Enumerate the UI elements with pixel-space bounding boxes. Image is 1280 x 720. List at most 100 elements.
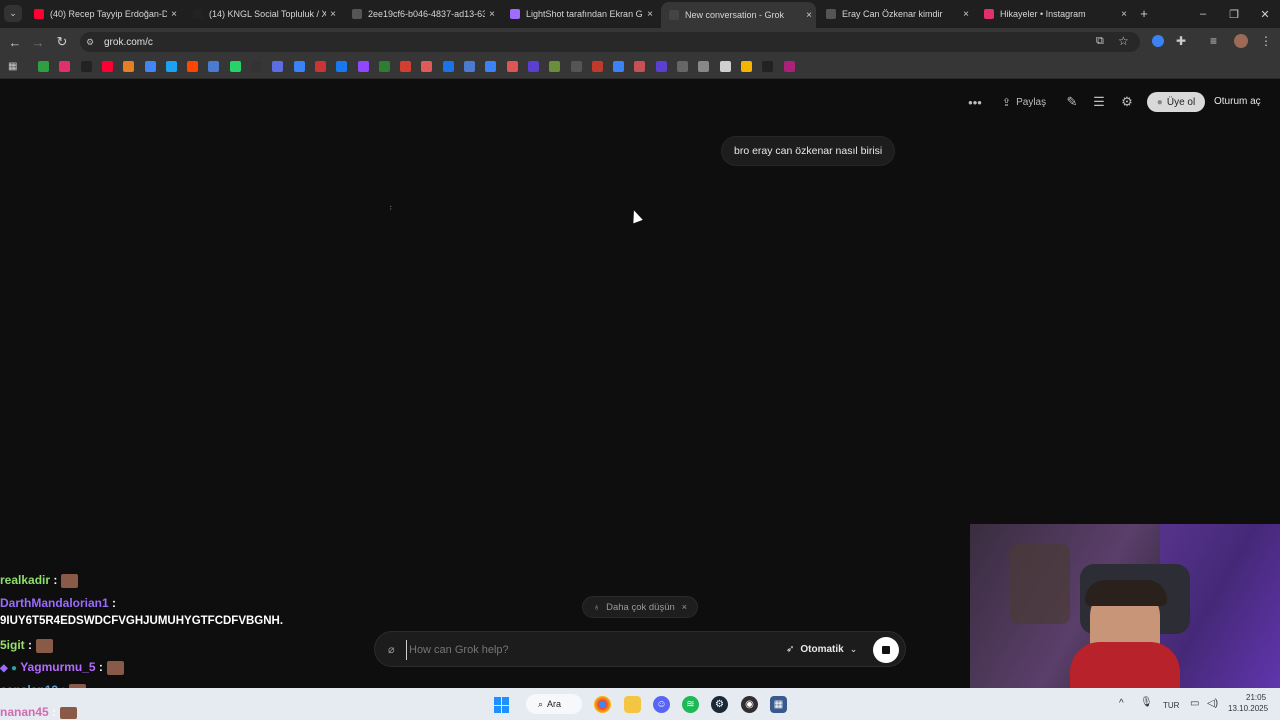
bookmark-favicon-icon[interactable] xyxy=(59,61,71,72)
bookmark-favicon-icon[interactable] xyxy=(421,61,433,72)
bookmark-favicon-icon[interactable] xyxy=(506,61,518,72)
attach-icon[interactable]: ⌀ xyxy=(388,643,395,656)
bookmark-favicon-icon[interactable] xyxy=(123,61,135,72)
bookmark-favicon-icon[interactable] xyxy=(208,61,220,72)
think-harder-chip[interactable]: ♁ Daha çok düşün × xyxy=(582,596,698,618)
bookmark-favicon-icon[interactable] xyxy=(80,61,92,72)
bookmark-favicon-icon[interactable] xyxy=(634,61,646,72)
bookmark-favicon-icon[interactable] xyxy=(165,61,177,72)
dismiss-icon[interactable]: × xyxy=(682,602,687,612)
tab-search-button[interactable]: ⌄ xyxy=(4,5,22,22)
close-tab-icon[interactable]: × xyxy=(1117,9,1131,20)
bookmark-favicon-icon[interactable] xyxy=(38,61,49,72)
install-app-icon[interactable]: ⧉ xyxy=(1096,35,1110,49)
bookmark-favicon-icon[interactable] xyxy=(272,61,284,72)
microphone-icon[interactable]: 🎙 xyxy=(1140,697,1153,708)
bookmark-favicon-icon[interactable] xyxy=(336,61,348,72)
bookmark-favicon-icon[interactable] xyxy=(655,61,667,72)
forward-button[interactable]: → xyxy=(28,33,48,51)
language-indicator[interactable]: TUR xyxy=(1163,701,1179,710)
bookmark-favicon-icon[interactable] xyxy=(527,61,539,72)
apps-grid-icon[interactable]: ▦ xyxy=(8,61,19,72)
profile-avatar[interactable] xyxy=(1234,34,1248,48)
start-button[interactable] xyxy=(494,697,510,713)
back-button[interactable]: ← xyxy=(5,33,25,51)
taskbar-search[interactable]: ⌕ Ara xyxy=(526,694,582,714)
close-tab-icon[interactable]: × xyxy=(643,9,657,20)
bookmark-favicon-icon[interactable] xyxy=(400,61,412,72)
new-chat-icon[interactable]: ✎ xyxy=(1063,92,1081,112)
bookmark-favicon-icon[interactable] xyxy=(357,61,369,72)
mode-selector[interactable]: ➶ Otomatik ⌄ xyxy=(786,642,857,656)
chrome-icon[interactable] xyxy=(594,696,611,713)
bookmark-favicon-icon[interactable] xyxy=(442,61,454,72)
bookmark-favicon-icon[interactable] xyxy=(378,61,390,72)
bookmark-favicon-icon[interactable] xyxy=(144,61,156,72)
bookmark-favicon-icon[interactable] xyxy=(485,61,497,72)
bookmark-favicon-icon[interactable] xyxy=(613,61,625,72)
reload-button[interactable]: ↻ xyxy=(52,33,72,51)
bookmark-favicon-icon[interactable] xyxy=(464,61,475,72)
close-tab-icon[interactable]: × xyxy=(485,9,499,20)
browser-tab[interactable]: (40) Recep Tayyip Erdoğan-Dolu× xyxy=(26,4,181,24)
bookmark-favicon-icon[interactable] xyxy=(251,61,262,72)
network-icon[interactable]: ▭ xyxy=(1190,698,1199,709)
bookmark-favicon-icon[interactable] xyxy=(762,61,774,72)
clock-date[interactable]: 13.10.2025 xyxy=(1228,704,1268,713)
share-button[interactable]: ⇪ Paylaş xyxy=(998,92,1050,112)
media-control-icon[interactable]: ≡ xyxy=(1210,34,1224,48)
site-info-icon[interactable]: ⚙ xyxy=(86,37,96,47)
bookmark-favicon-icon[interactable] xyxy=(549,61,561,72)
prompt-input[interactable] xyxy=(406,640,771,660)
calculator-icon[interactable]: ▦ xyxy=(770,696,787,713)
close-tab-icon[interactable]: × xyxy=(802,10,816,21)
search-history-icon[interactable]: ☰ xyxy=(1090,92,1108,112)
bookmark-favicon-icon[interactable] xyxy=(314,61,326,72)
bookmark-star-icon[interactable]: ☆ xyxy=(1118,34,1132,48)
bookmark-favicon-icon[interactable] xyxy=(101,61,113,72)
close-tab-icon[interactable]: × xyxy=(959,9,973,20)
new-tab-button[interactable]: + xyxy=(1136,6,1152,22)
volume-icon[interactable]: ◁) xyxy=(1207,698,1218,709)
bookmark-favicon-icon[interactable] xyxy=(783,61,795,72)
bookmark-favicon-icon[interactable] xyxy=(187,61,199,72)
browser-tab[interactable]: (14) KNGL Social Topluluk / X × xyxy=(185,4,340,24)
bookmark-favicon-icon[interactable] xyxy=(570,61,582,72)
tab-title: LightShot tarafından Ekran Gör xyxy=(526,9,643,19)
bookmark-favicon-icon[interactable] xyxy=(293,61,305,72)
extensions-puzzle-icon[interactable]: ✚ xyxy=(1176,34,1190,48)
bookmark-favicon-icon[interactable] xyxy=(591,61,603,72)
browser-tab[interactable]: LightShot tarafından Ekran Gör × xyxy=(502,4,657,24)
stop-button[interactable] xyxy=(873,637,899,663)
chat-line: 5igit : xyxy=(0,638,54,653)
browser-tab[interactable]: 2ee19cf6-b046-4837-ad13-63 × xyxy=(344,4,499,24)
spotify-icon[interactable]: ≋ xyxy=(682,696,699,713)
more-options-icon[interactable]: ••• xyxy=(966,92,984,112)
close-window-button[interactable]: ✕ xyxy=(1250,0,1280,28)
signup-button[interactable]: ● Üye ol xyxy=(1147,92,1205,112)
maximize-button[interactable]: ❐ xyxy=(1219,0,1249,28)
close-tab-icon[interactable]: × xyxy=(326,9,340,20)
obs-icon[interactable]: ◉ xyxy=(741,696,758,713)
browser-tab[interactable]: Eray Can Özkenar kimdir × xyxy=(818,4,973,24)
bookmark-favicon-icon[interactable] xyxy=(698,61,710,72)
address-bar[interactable] xyxy=(80,32,1140,52)
file-explorer-icon[interactable] xyxy=(624,696,641,713)
browser-tab[interactable]: New conversation - Grok × xyxy=(661,2,816,28)
tray-overflow-icon[interactable]: ^ xyxy=(1119,698,1124,709)
settings-gear-icon[interactable]: ⚙ xyxy=(1118,92,1136,112)
bookmark-favicon-icon[interactable] xyxy=(677,61,688,72)
minimize-button[interactable]: – xyxy=(1188,0,1218,28)
extension-icon[interactable] xyxy=(1152,35,1164,47)
steam-icon[interactable]: ⚙ xyxy=(711,696,728,713)
bookmark-favicon-icon[interactable] xyxy=(740,61,752,72)
bookmark-favicon-icon[interactable] xyxy=(719,61,731,72)
discord-icon[interactable]: ☺ xyxy=(653,696,670,713)
browser-menu-icon[interactable]: ⋮ xyxy=(1260,34,1272,48)
login-button[interactable]: Oturum aç xyxy=(1214,96,1261,107)
close-tab-icon[interactable]: × xyxy=(167,9,181,20)
mouse-cursor-icon xyxy=(629,208,643,224)
clock-time[interactable]: 21:05 xyxy=(1246,693,1266,702)
bookmark-favicon-icon[interactable] xyxy=(229,61,241,72)
browser-tab[interactable]: Hikayeler • Instagram × xyxy=(976,4,1131,24)
